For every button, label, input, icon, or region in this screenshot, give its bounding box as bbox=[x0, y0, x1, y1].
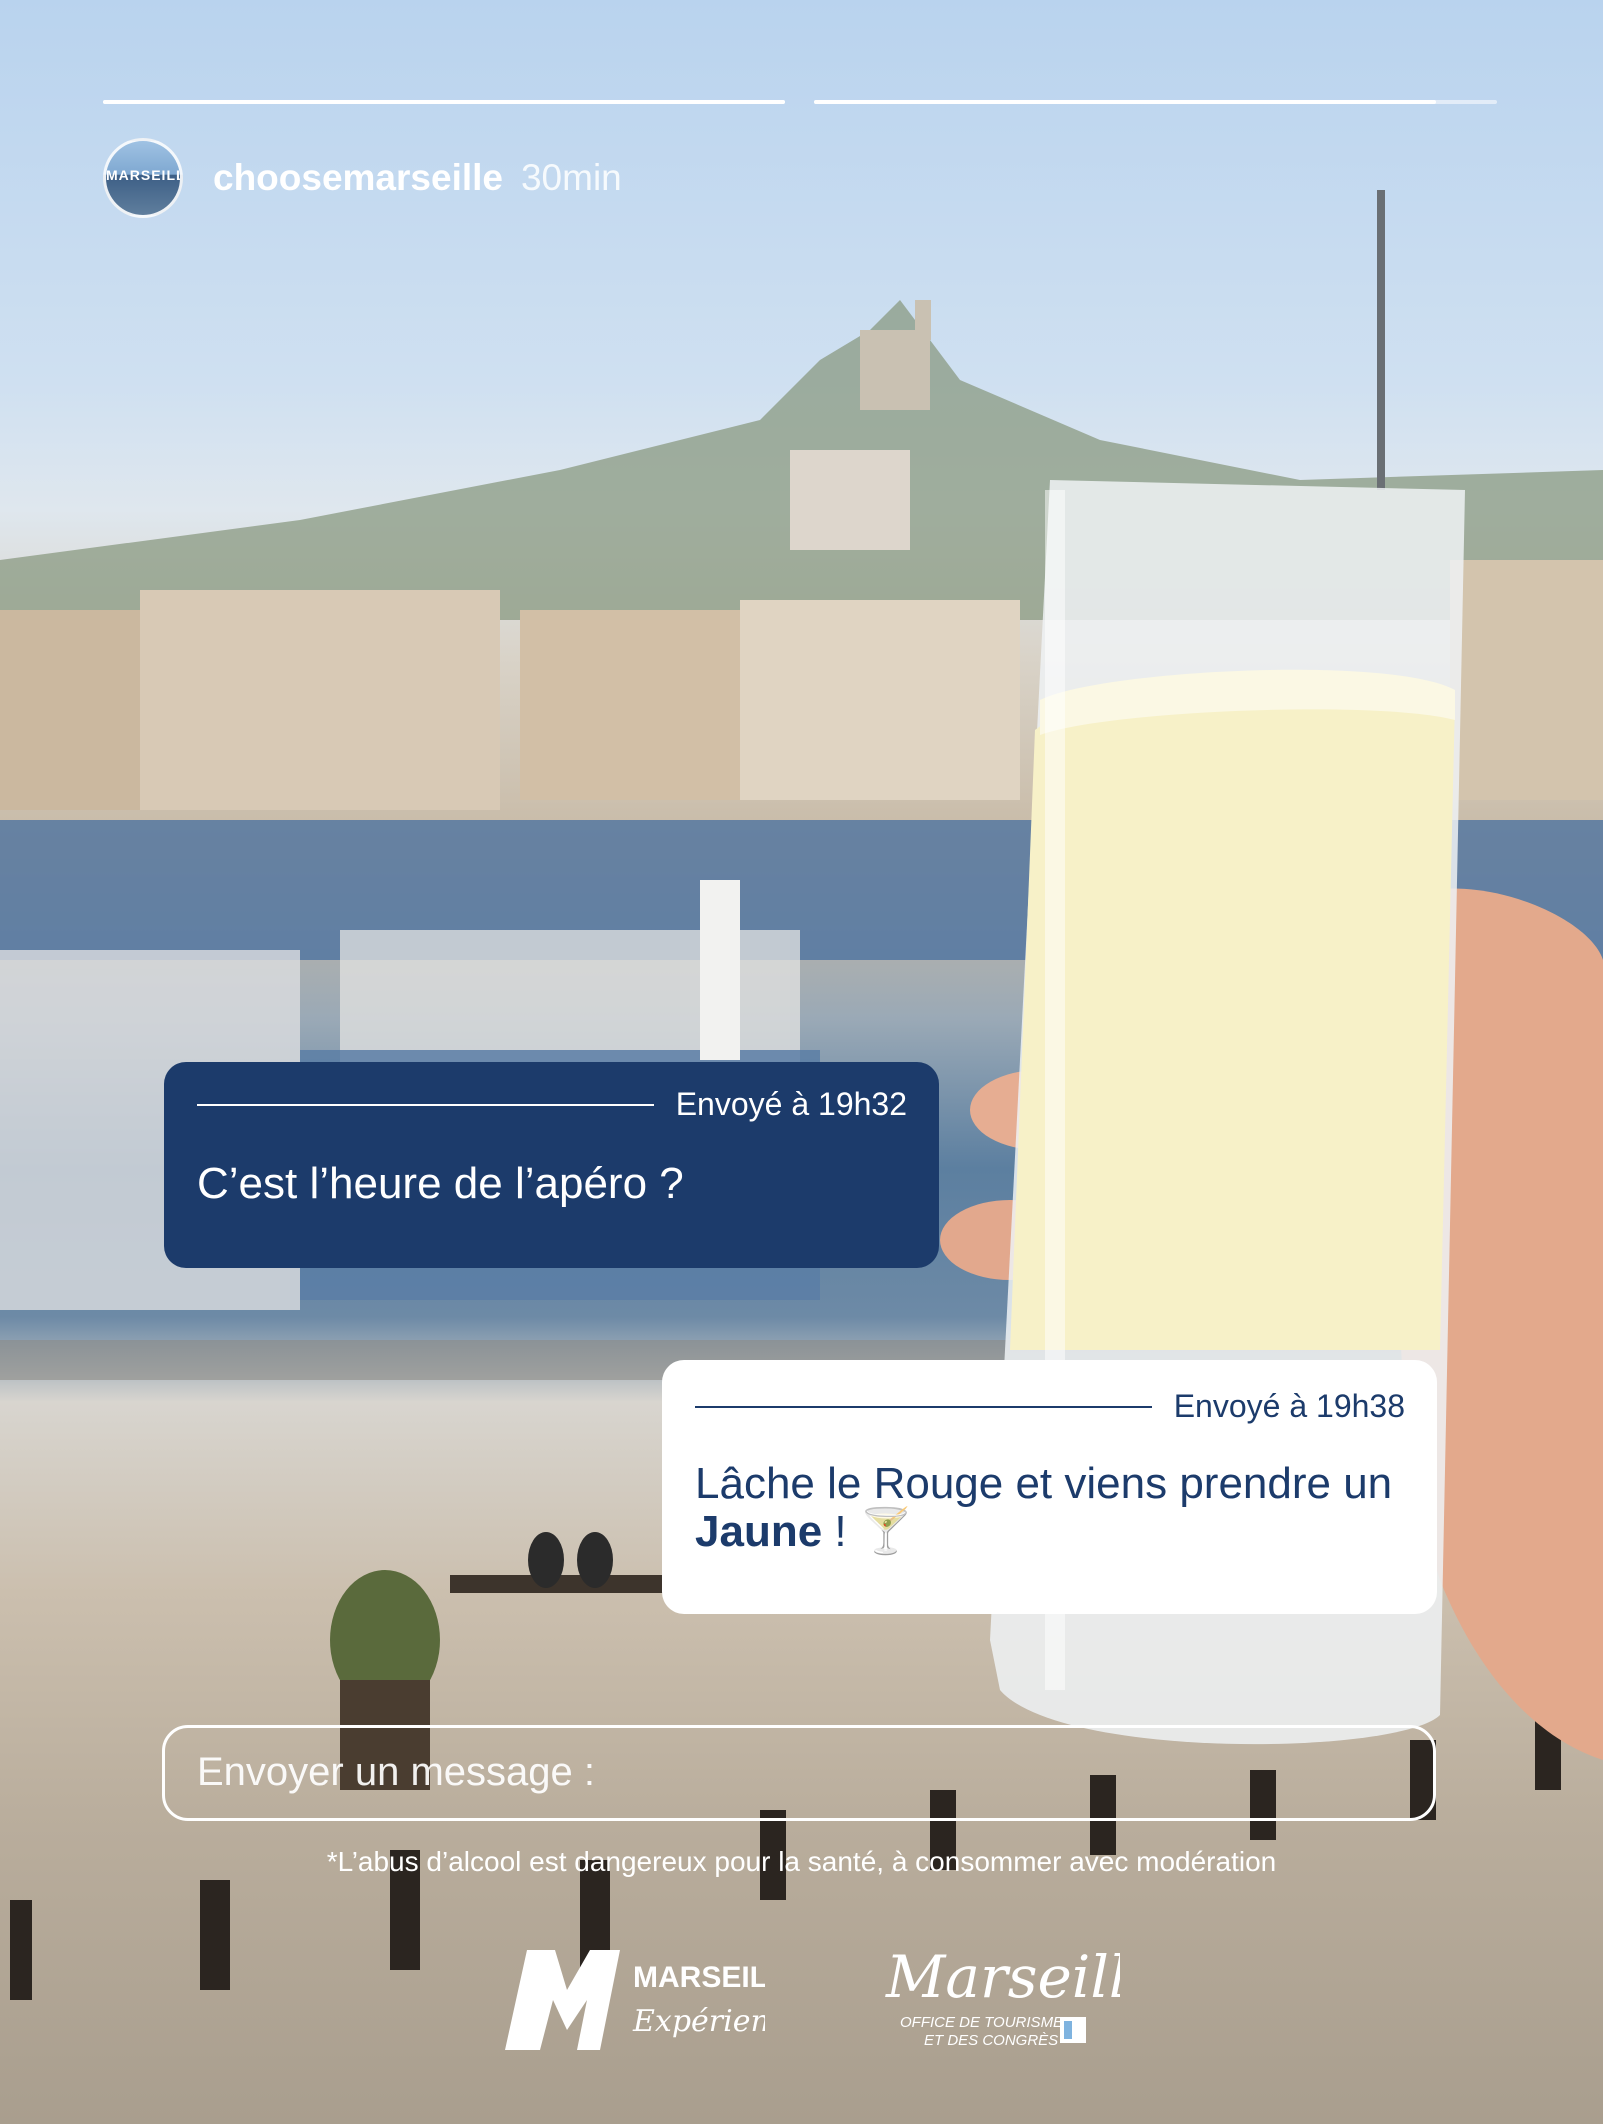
logo-experience-main: MARSEILLE bbox=[633, 1961, 765, 1994]
message-input[interactable]: Envoyer un message : bbox=[162, 1725, 1436, 1821]
post-time: 30min bbox=[520, 157, 622, 198]
sent-time-2: Envoyé à 19h38 bbox=[1173, 1388, 1405, 1424]
username[interactable]: choosemarseille bbox=[213, 157, 503, 199]
story-progress-fill-1 bbox=[103, 100, 785, 104]
message-text-2-bold: Jaune bbox=[695, 1507, 823, 1556]
message-text-2-part1: Lâche le Rouge et viens prendre un bbox=[695, 1459, 1393, 1508]
logo-flag-icon bbox=[1060, 2017, 1086, 2043]
avatar[interactable]: MARSEILLE bbox=[103, 138, 183, 218]
story-progress-bar-1 bbox=[103, 100, 785, 104]
story-progress-fill-2 bbox=[814, 100, 1436, 104]
logo-experience-script: Expérience ! bbox=[632, 2004, 765, 2039]
message-meta-2: Envoyé à 19h38 bbox=[695, 1388, 1405, 1425]
message-bubble-2: Envoyé à 19h38 Lâche le Rouge et viens p… bbox=[662, 1360, 1437, 1614]
avatar-label: MARSEILLE bbox=[106, 167, 180, 183]
sent-time-1: Envoyé à 19h32 bbox=[675, 1086, 907, 1122]
logo-office-sub1: OFFICE DE TOURISME bbox=[900, 2014, 1064, 2031]
message-bubble-1: Envoyé à 19h32 C’est l’heure de l’apéro … bbox=[164, 1062, 939, 1268]
office-tourisme-logo: Marseille OFFICE DE TOURISME ET DES CONG… bbox=[880, 1935, 1162, 2065]
cocktail-emoji-icon: 🍸 bbox=[858, 1507, 914, 1556]
divider-line bbox=[695, 1405, 1152, 1408]
message-text-1: C’est l’heure de l’apéro ? bbox=[197, 1159, 684, 1208]
story-header: MARSEILLE choosemarseille 30min bbox=[103, 138, 622, 218]
message-text-2: Lâche le Rouge et viens prendre un Jaune… bbox=[695, 1460, 1415, 1556]
story-progress-bar-2 bbox=[814, 100, 1497, 104]
logo-office-sub2: ET DES CONGRÈS bbox=[924, 2032, 1058, 2049]
divider-line bbox=[197, 1103, 654, 1106]
message-input-placeholder: Envoyer un message : bbox=[197, 1750, 595, 1794]
message-meta-1: Envoyé à 19h32 bbox=[197, 1086, 907, 1123]
message-text-2-part2: ! bbox=[822, 1507, 859, 1556]
alcohol-disclaimer: *L’abus d’alcool est dangereux pour la s… bbox=[326, 1846, 1277, 1877]
marseille-experience-logo: MARSEILLE Expérience ! bbox=[505, 1945, 826, 2055]
logo-office-main: Marseille bbox=[885, 1943, 1120, 2011]
